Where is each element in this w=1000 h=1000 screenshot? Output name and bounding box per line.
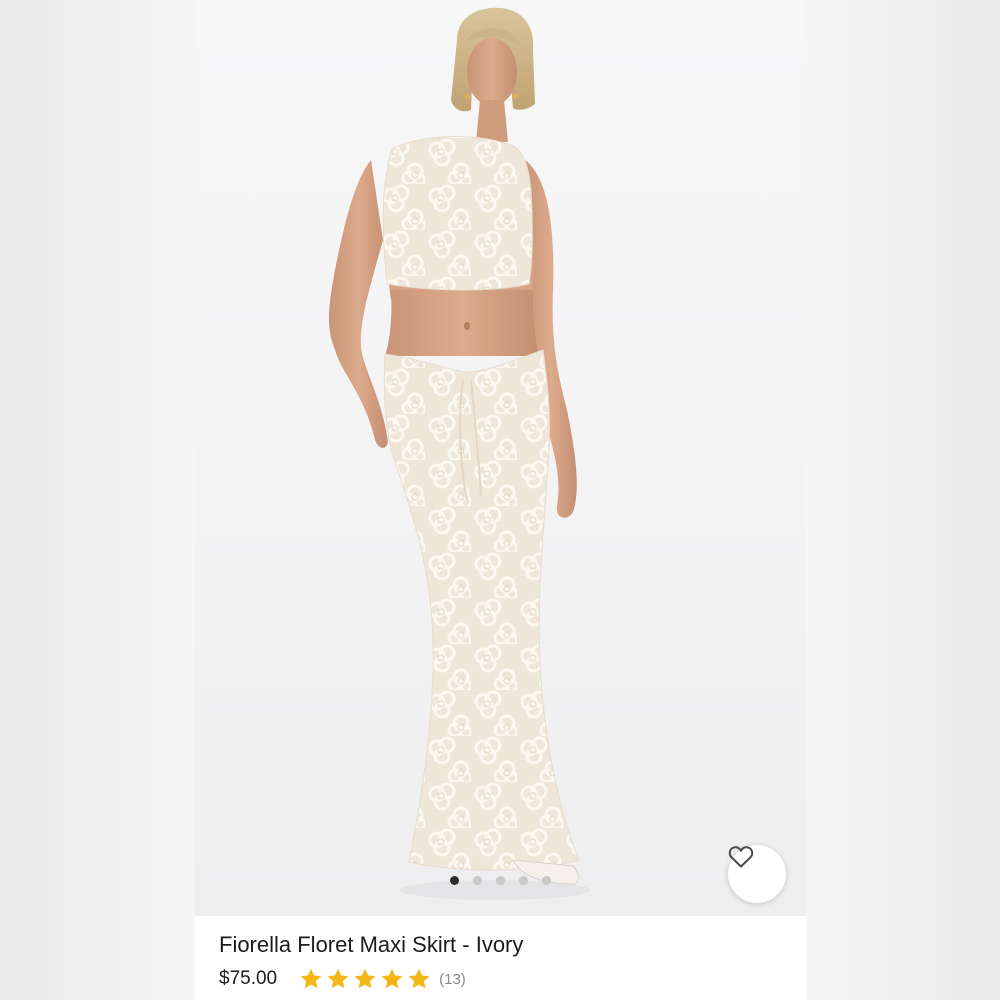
star-filled-icon <box>408 968 430 989</box>
right-blurred-backdrop <box>806 0 1000 1000</box>
heart-outline-icon <box>728 846 754 868</box>
product-title[interactable]: Fiorella Floret Maxi Skirt - Ivory <box>219 930 789 960</box>
left-blurred-backdrop <box>0 0 195 1000</box>
star-filled-icon <box>300 968 322 989</box>
model-illustration <box>329 7 590 900</box>
carousel-dot[interactable] <box>519 876 528 885</box>
star-filled-icon <box>354 968 376 989</box>
carousel-dot[interactable] <box>473 876 482 885</box>
review-count[interactable]: (13) <box>439 971 466 988</box>
carousel-indicator <box>195 876 806 885</box>
carousel-dot[interactable] <box>450 876 459 885</box>
favorite-button[interactable] <box>728 845 786 903</box>
product-price: $75.00 <box>219 968 278 989</box>
product-image[interactable] <box>195 0 806 916</box>
star-filled-icon <box>381 968 403 989</box>
product-info: Fiorella Floret Maxi Skirt - Ivory $75.0… <box>219 930 789 992</box>
price-rating-row: $75.00 (13) <box>219 966 789 992</box>
product-card: Fiorella Floret Maxi Skirt - Ivory $75.0… <box>195 0 806 1000</box>
carousel-dot[interactable] <box>542 876 551 885</box>
star-rating[interactable] <box>299 967 431 991</box>
star-filled-icon <box>327 968 349 989</box>
carousel-dot[interactable] <box>496 876 505 885</box>
